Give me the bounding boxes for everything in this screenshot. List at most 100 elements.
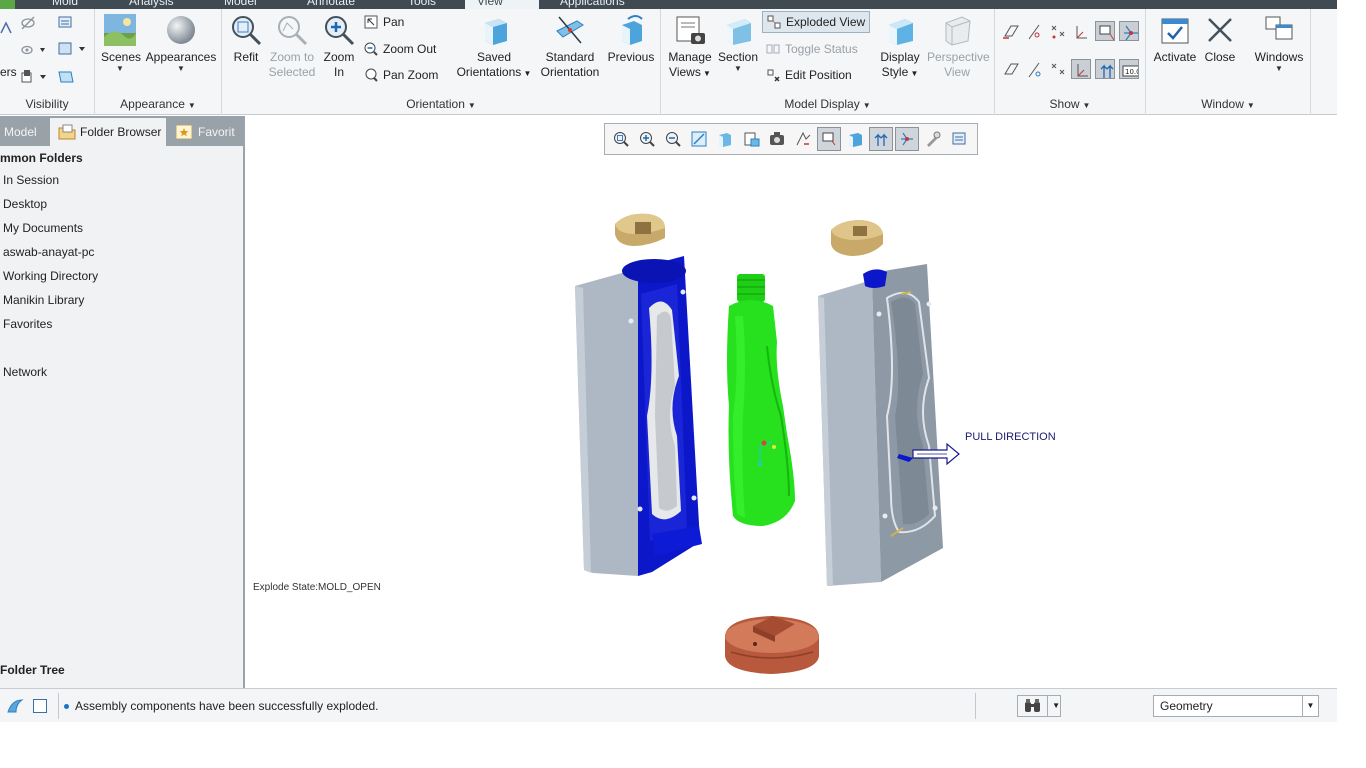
navigator-toggle-icon[interactable] [6, 698, 24, 714]
view-manager-icon [744, 132, 760, 147]
perspective-view-button[interactable]: Perspective View [927, 13, 990, 80]
status-bar: Assembly components have been successful… [0, 688, 1337, 722]
pan-zoom-button[interactable]: Pan Zoom [364, 64, 438, 86]
insert-top-left[interactable] [615, 213, 665, 246]
datum-axis-display-icon[interactable] [1025, 22, 1045, 42]
folder-working-directory[interactable]: Working Directory [3, 269, 98, 283]
tab-tools[interactable]: Tools [408, 0, 436, 9]
folder-manikin-library[interactable]: Manikin Library [3, 293, 84, 307]
annotation-display-mini-button[interactable] [817, 127, 841, 151]
windows-button[interactable]: Windows ▼ [1252, 13, 1306, 73]
status-icon[interactable] [57, 15, 73, 31]
folder-desktop[interactable]: Desktop [3, 197, 47, 211]
appearances-button[interactable]: Appearances ▼ [145, 13, 217, 73]
zoom-in-mini-icon [640, 132, 655, 147]
layer-tree-icon[interactable] [57, 69, 75, 85]
pan-zoom-label: Pan Zoom [383, 68, 439, 82]
csys-display-icon[interactable] [1071, 22, 1091, 42]
refit-view-button[interactable] [609, 127, 633, 151]
display-style-mini-button[interactable] [843, 127, 867, 151]
folder-in-session[interactable]: In Session [3, 173, 59, 187]
dimension-display-icon[interactable]: 10.0 [1119, 59, 1139, 79]
tab-applications[interactable]: Applications [560, 0, 625, 9]
find-dropdown-arrow-icon[interactable]: ▼ [1047, 696, 1060, 716]
spin-center-display-icon[interactable] [1119, 21, 1139, 41]
pull-direction-mini-button[interactable] [869, 127, 893, 151]
display-style-button[interactable]: Display Style ▼ [873, 13, 927, 81]
zoom-in-view-button[interactable] [635, 127, 659, 151]
layers-icon[interactable] [0, 21, 12, 35]
folder-my-documents[interactable]: My Documents [3, 221, 83, 235]
pull-direction-display-icon[interactable] [1095, 59, 1115, 79]
browser-toggle-icon[interactable] [32, 698, 48, 714]
model-tree-mini-button[interactable] [947, 127, 971, 151]
activate-label: Activate [1153, 50, 1197, 64]
zoom-in-button[interactable]: Zoom In [320, 13, 358, 80]
model-scene[interactable] [247, 116, 1337, 688]
plane-tag-display-icon[interactable] [1001, 60, 1021, 80]
tab-mold[interactable]: Mold [52, 0, 78, 9]
folder-favorites[interactable]: Favorites [3, 317, 52, 331]
layer-props-icon[interactable] [57, 41, 89, 57]
folder-tree-heading[interactable]: Folder Tree [0, 663, 65, 677]
tab-view[interactable]: View [465, 0, 539, 9]
tab-annotate[interactable]: Annotate [307, 0, 355, 9]
manage-views-button[interactable]: Manage Views ▼ [665, 13, 715, 81]
show-eye-icon[interactable] [20, 43, 46, 57]
display-style-mini-icon [849, 133, 862, 147]
pan-button[interactable]: Pan [364, 11, 404, 33]
zoom-to-selected-button[interactable]: Zoom to Selected [266, 13, 318, 80]
previous-button[interactable]: Previous [606, 13, 656, 65]
folder-network[interactable]: Network [3, 365, 47, 379]
point-tag-display-icon[interactable] [1048, 60, 1068, 80]
spin-center-toggle-button[interactable] [895, 127, 919, 151]
view-manager-button[interactable] [739, 127, 763, 151]
unhide-all-icon[interactable] [20, 69, 48, 85]
insert-top-right[interactable] [831, 220, 883, 256]
appearance-group-text: Appearance [120, 97, 185, 111]
edit-position-button[interactable]: Edit Position [766, 64, 852, 86]
repaint-button[interactable] [687, 127, 711, 151]
exploded-view-button[interactable]: Exploded View [762, 11, 871, 33]
saved-orientations-button[interactable]: Saved Orientations ▼ [454, 13, 534, 81]
previous-icon [622, 15, 643, 45]
zoom-out-view-button[interactable] [661, 127, 685, 151]
section-button[interactable]: Section ▼ [717, 13, 759, 73]
refit-button[interactable]: Refit [228, 13, 264, 65]
hide-icon[interactable] [20, 15, 36, 31]
tab-model[interactable]: Model [224, 0, 257, 9]
mold-cavity-left[interactable] [575, 256, 702, 576]
navigator-panel: Model Folder Browser Favorit mmon Folder… [0, 116, 245, 688]
tab-favorites[interactable]: Favorit [168, 118, 243, 146]
axis-tag-display-icon[interactable] [1025, 60, 1045, 80]
zoom-out-button[interactable]: Zoom Out [364, 38, 436, 60]
graphics-window[interactable]: Explode State:MOLD_OPEN PULL DIRECTION [247, 116, 1337, 688]
tab-model-tree[interactable]: Model [0, 118, 48, 146]
folder-computer[interactable]: aswab-anayat-pc [3, 245, 94, 259]
favorites-star-icon [176, 125, 192, 139]
tab-analysis[interactable]: Analysis [129, 0, 174, 9]
tab-folder-browser[interactable]: Folder Browser [50, 118, 166, 146]
appearance-mini-button[interactable] [921, 127, 945, 151]
datum-point-display-icon[interactable] [1048, 22, 1068, 42]
file-menu-tab[interactable] [0, 0, 15, 9]
annotation-display-icon[interactable] [1095, 21, 1115, 41]
pan-zoom-icon [365, 68, 378, 82]
scenes-button[interactable]: Scenes ▼ [101, 13, 141, 73]
datum-plane-display-icon[interactable] [1001, 22, 1021, 42]
spin-center-mini-button[interactable] [791, 127, 815, 151]
standard-orientation-button[interactable]: Standard Orientation [538, 13, 602, 80]
find-button[interactable]: ▼ [1017, 695, 1061, 717]
perspective-view-mini-button[interactable] [765, 127, 789, 151]
bottle-part[interactable] [727, 274, 795, 526]
window-group-text: Window [1201, 97, 1244, 111]
toggle-status-button[interactable]: Toggle Status [766, 38, 858, 60]
close-window-button[interactable]: Close [1200, 13, 1240, 65]
chevron-down-icon[interactable]: ▼ [1302, 696, 1318, 716]
csys-tag-display-icon[interactable] [1071, 59, 1091, 79]
activate-button[interactable]: Activate [1152, 13, 1198, 65]
base-insert-part[interactable] [725, 616, 819, 674]
saved-orientations-view-button[interactable] [713, 127, 737, 151]
selection-filter-select[interactable]: Geometry ▼ [1153, 695, 1319, 717]
mold-cavity-right[interactable] [818, 264, 943, 586]
